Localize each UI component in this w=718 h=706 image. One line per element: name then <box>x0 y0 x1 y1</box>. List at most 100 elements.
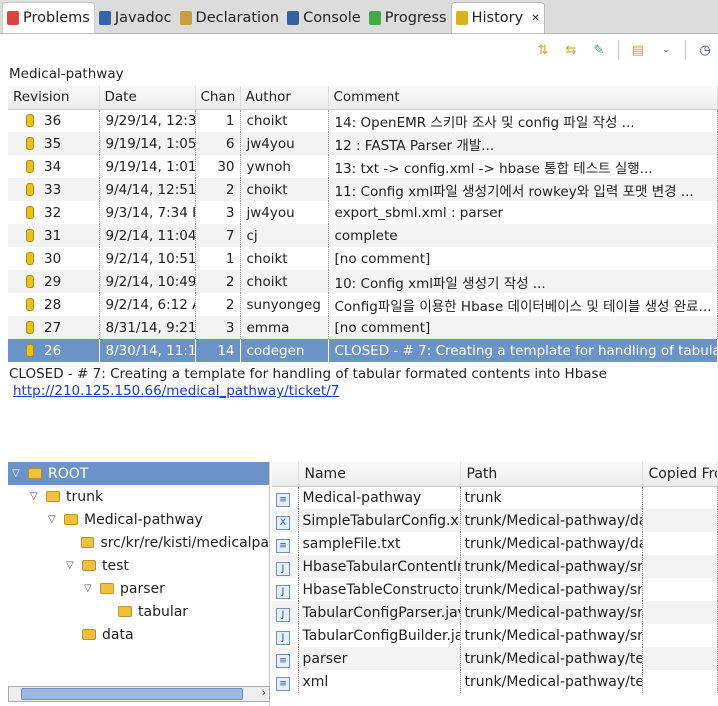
cell-date: 8/31/14, 9:21 <box>99 316 196 339</box>
column-header-copied-from[interactable]: Copied From <box>642 462 718 487</box>
changed-paths-tree: ▽ ROOT ▽ trunk ▽ Medical-pathway src/kr/re/kis… <box>8 462 270 706</box>
cell-path: trunk/Medical-pathway/tes <box>460 647 643 670</box>
compare-mode-icon[interactable]: ▤ <box>629 41 647 59</box>
column-header-name[interactable]: Name <box>298 462 461 487</box>
revision-detail: CLOSED - # 7: Creating a template for ha… <box>9 366 607 400</box>
table-row[interactable]: 26 8/30/14, 11:1 14 codegen CLOSED - # 7: Cr… <box>8 339 718 362</box>
tab-javadoc[interactable]: Javadoc <box>95 2 176 33</box>
cell-text: choikt <box>246 273 288 290</box>
tree-node[interactable]: ▽ trunk <box>8 485 269 508</box>
cell-icon: J <box>272 601 299 624</box>
tree-node-label: parser <box>120 580 165 597</box>
close-icon[interactable]: ✕ <box>531 13 539 24</box>
table-row[interactable]: 36 9/29/14, 12:3 1 choikt 14: OpenEMR 스키마 조사… <box>8 109 718 132</box>
cell-text: 9/3/14, 7:34 P <box>105 204 195 221</box>
tree-node[interactable]: data <box>8 623 269 646</box>
tab-declaration[interactable]: Declaration <box>176 2 284 33</box>
cell-text: choikt <box>246 112 288 129</box>
column-header-revision[interactable]: Revision <box>8 86 100 110</box>
table-row[interactable]: J HbaseTableConstructor. trunk/Medical-pat… <box>272 578 718 601</box>
cell-date: 9/29/14, 12:3 <box>99 109 196 132</box>
cell-text: 1 <box>225 112 235 129</box>
table-row[interactable]: 27 8/31/14, 9:21 3 emma [no comment] <box>8 316 718 339</box>
cell-text: jw4you <box>246 135 295 152</box>
tree-node[interactable]: ▽ Medical-pathway <box>8 508 269 531</box>
cell-date: 8/30/14, 11:1 <box>99 339 196 362</box>
table-row[interactable]: 35 9/19/14, 1:05 6 jw4you 12 : FASTA Parser … <box>8 132 718 155</box>
table-row[interactable]: ≡ parser trunk/Medical-pathway/tes <box>272 647 718 670</box>
column-header-date[interactable]: Date <box>99 86 196 110</box>
cell-icon: X <box>272 509 299 532</box>
scrollbar-thumb[interactable] <box>21 688 243 700</box>
table-row[interactable]: 34 9/19/14, 1:01 30 ywnoh 13: txt -> config.… <box>8 155 718 178</box>
cell-text: 30 <box>217 158 235 175</box>
pin-icon[interactable]: ✎ <box>590 41 608 59</box>
column-header-comment[interactable]: Comment <box>328 86 718 110</box>
tree-node[interactable]: src/kr/re/kisti/medicalpa <box>8 531 269 554</box>
expanded-triangle-icon[interactable]: ▽ <box>12 468 22 479</box>
chevron-down-icon[interactable]: ⌄ <box>657 41 675 59</box>
expanded-triangle-icon[interactable]: ▽ <box>66 560 76 571</box>
table-row[interactable]: 33 9/4/14, 12:51 2 choikt 11: Config xml파일 생… <box>8 178 718 201</box>
doc-file-icon: ≡ <box>276 677 290 691</box>
folder-icon <box>64 514 78 525</box>
table-row[interactable]: ≡ xml trunk/Medical-pathway/tes <box>272 670 718 693</box>
history-clock-icon[interactable]: ◷ <box>696 41 714 59</box>
tree-node[interactable]: ▽ ROOT <box>8 462 269 485</box>
cell-text: 34 <box>44 158 62 175</box>
cell-text: 12 : FASTA Parser 개발... <box>334 137 495 154</box>
table-row[interactable]: 29 9/2/14, 10:49 2 choikt 10: Config xml파일 생… <box>8 270 718 293</box>
table-row[interactable]: X SimpleTabularConfig.xml trunk/Medical-pa… <box>272 509 718 532</box>
column-header-path[interactable]: Path <box>460 462 643 487</box>
refresh-icon[interactable]: ⇅ <box>534 41 552 59</box>
column-header-chan[interactable]: Chan <box>195 86 241 110</box>
tab-problems[interactable]: Problems <box>2 2 95 33</box>
tree-node-label: Medical-pathway <box>84 511 203 528</box>
table-row[interactable]: ≡ Medical-pathway trunk <box>272 486 718 509</box>
scroll-right-icon[interactable]: › <box>262 686 266 699</box>
cell-revision: 33 <box>8 178 100 201</box>
folder-icon <box>28 468 42 479</box>
cell-text: 8/31/14, 9:21 <box>105 319 195 336</box>
tree-horizontal-scrollbar[interactable]: › <box>8 686 270 702</box>
table-row[interactable]: 30 9/2/14, 10:51 1 choikt [no comment] <box>8 247 718 270</box>
revision-icon <box>26 113 34 127</box>
cell-revision: 30 <box>8 247 100 270</box>
cell-text: 9/29/14, 12:3 <box>105 112 195 129</box>
tab-history[interactable]: History ✕ <box>450 2 545 33</box>
revision-icon <box>26 274 34 288</box>
expanded-triangle-icon[interactable]: ▽ <box>84 583 94 594</box>
cell-name: sampleFile.txt <box>298 532 461 555</box>
tab-label: Console <box>303 9 361 26</box>
tree-node[interactable]: ▽ parser <box>8 577 269 600</box>
tab-progress[interactable]: Progress <box>365 2 451 33</box>
cell-chan: 1 <box>195 109 241 132</box>
cell-revision: 26 <box>8 339 100 362</box>
tree-node[interactable]: ▽ test <box>8 554 269 577</box>
revision-icon <box>26 159 34 173</box>
table-row[interactable]: J TabularConfigBuilder.javatrunk/Medical-… <box>272 624 718 647</box>
cell-text: 31 <box>44 227 62 244</box>
table-row[interactable]: ≡ sampleFile.txt trunk/Medical-pathway/dat <box>272 532 718 555</box>
table-row[interactable]: J HbaseTabularContentIm trunk/Medical-path… <box>272 555 718 578</box>
table-row[interactable]: 28 9/2/14, 6:12 A 2 sunyongeg Config파일을 이용한 … <box>8 293 718 316</box>
table-row[interactable]: J TabularConfigParser.java trunk/Medical-p… <box>272 601 718 624</box>
cell-name: TabularConfigBuilder.java <box>298 624 461 647</box>
expanded-triangle-icon[interactable]: ▽ <box>30 491 40 502</box>
link-with-editor-icon[interactable]: ⇆ <box>562 41 580 59</box>
table-row[interactable]: 32 9/3/14, 7:34 P 3 jw4you export_sbml.xml :… <box>8 201 718 224</box>
folder-icon <box>82 560 96 571</box>
expanded-triangle-icon[interactable]: ▽ <box>48 514 58 525</box>
cell-chan: 7 <box>195 224 241 247</box>
cell-chan: 2 <box>195 293 241 316</box>
tab-console[interactable]: Console <box>283 2 365 33</box>
ticket-link[interactable]: http://210.125.150.66/medical_pathway/ti… <box>13 383 339 399</box>
table-row[interactable]: 31 9/2/14, 11:04 7 cj complete <box>8 224 718 247</box>
cell-text: 2 <box>225 296 235 313</box>
cell-path: trunk/Medical-pathway/src <box>460 555 643 578</box>
revision-icon <box>26 228 34 242</box>
column-header-author[interactable]: Author <box>240 86 329 110</box>
history-table: Revision Date Chan Author Comment 36 9/29/14,… <box>8 86 718 362</box>
tree-node[interactable]: tabular <box>8 600 269 623</box>
cell-copied-from <box>642 509 718 532</box>
